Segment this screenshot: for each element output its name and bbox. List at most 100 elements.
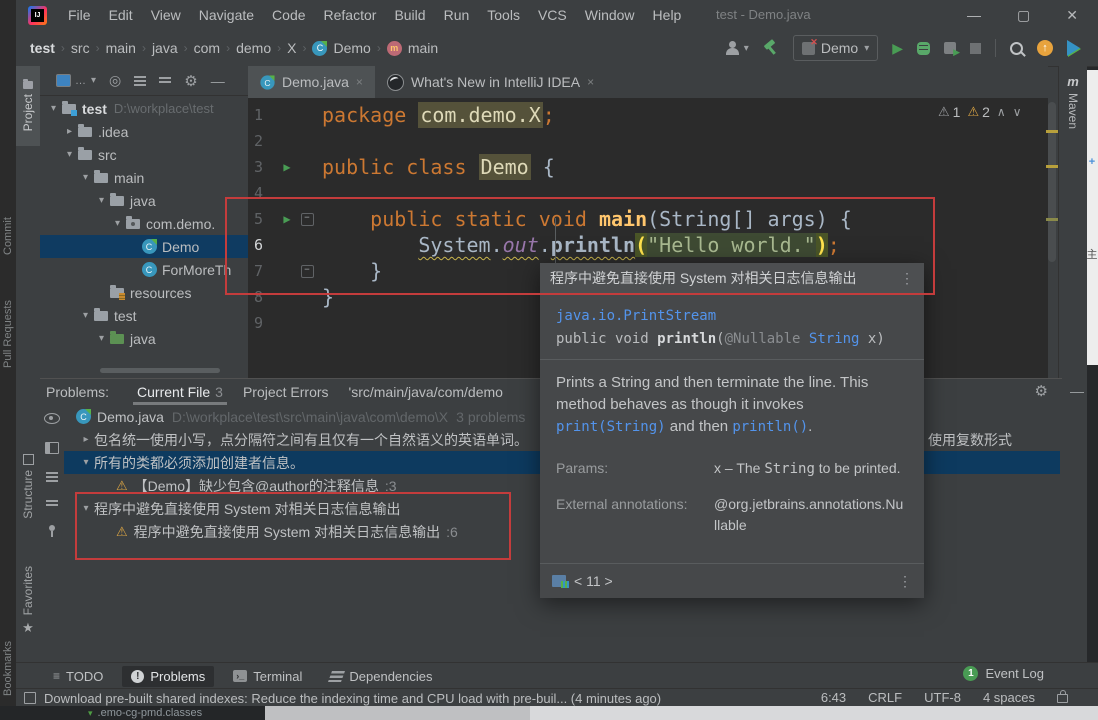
code-line[interactable]: 1package com.demo.X; (248, 102, 1048, 128)
pin-icon[interactable] (49, 525, 55, 531)
tree-row-src[interactable]: ▾src (40, 143, 248, 166)
tree-row-idea[interactable]: ▸.idea (40, 120, 248, 143)
debug-button[interactable] (917, 42, 930, 55)
update-icon[interactable]: ↑ (1037, 40, 1053, 56)
tab-demo-java[interactable]: C Demo.java × (248, 66, 375, 98)
menu-item-vcs[interactable]: VCS (529, 3, 576, 27)
tree-chevron-icon[interactable]: ▾ (78, 503, 94, 514)
tree-chevron-icon[interactable]: ▾ (78, 457, 94, 468)
warning-stripe-mark[interactable] (1046, 130, 1058, 133)
tree-row-java[interactable]: ▾java (40, 327, 248, 350)
tab-whats-new[interactable]: What's New in IntelliJ IDEA × (375, 66, 606, 98)
tree-chevron-icon[interactable]: ▾ (46, 103, 61, 114)
tree-row-main[interactable]: ▾main (40, 166, 248, 189)
maximize-button[interactable]: ▢ (1017, 7, 1030, 24)
tree-chevron-icon[interactable]: ▾ (78, 310, 93, 321)
run-gutter-icon[interactable]: ▶ (276, 212, 298, 226)
tree-chevron-icon[interactable]: ▾ (62, 149, 77, 160)
code-line[interactable]: 6 System.out.println("Hello world."); (248, 232, 1048, 258)
tree-chevron-icon[interactable]: ▾ (78, 172, 93, 183)
status-message[interactable]: Download pre-built shared indexes: Reduc… (44, 691, 661, 706)
tree-row-java[interactable]: ▾java (40, 189, 248, 212)
tree-chevron-icon[interactable]: ▾ (94, 333, 109, 344)
line-ending[interactable]: CRLF (868, 690, 902, 705)
popup-header[interactable]: 程序中避免直接使用 System 对相关日志信息输出 ⋮ (540, 263, 924, 294)
menu-item-tools[interactable]: Tools (478, 3, 529, 27)
kebab-menu-icon[interactable]: ⋮ (898, 573, 912, 590)
tree-row-Demo[interactable]: CDemo (40, 235, 248, 258)
collapse-all-icon[interactable] (46, 500, 58, 507)
fold-icon[interactable]: − (301, 265, 314, 278)
stop-button[interactable] (970, 43, 981, 54)
problems-tab-current-file[interactable]: Current File3 (127, 381, 233, 403)
caret-position[interactable]: 6:43 (821, 690, 846, 705)
kebab-menu-icon[interactable]: ⋮ (900, 270, 914, 287)
menu-item-run[interactable]: Run (435, 3, 479, 27)
code-line[interactable]: 2 (248, 128, 1048, 154)
tree-chevron-icon[interactable]: ▸ (62, 126, 77, 137)
menu-item-code[interactable]: Code (263, 3, 314, 27)
search-icon[interactable] (1010, 42, 1023, 55)
coverage-button[interactable] (944, 42, 956, 54)
warning-stripe-mark[interactable] (1046, 165, 1058, 168)
menu-item-help[interactable]: Help (644, 3, 691, 27)
locate-file-icon[interactable]: ◎ (109, 72, 121, 89)
menu-item-navigate[interactable]: Navigate (190, 3, 263, 27)
file-encoding[interactable]: UTF-8 (924, 690, 961, 705)
ide-features-icon[interactable] (1067, 40, 1080, 56)
menu-item-view[interactable]: View (142, 3, 190, 27)
tree-chevron-icon[interactable]: ▸ (78, 434, 94, 445)
event-log-button[interactable]: 1 Event Log (963, 666, 1044, 681)
menu-item-build[interactable]: Build (385, 3, 434, 27)
class-reference-link[interactable]: java.io.PrintStream (556, 308, 908, 324)
menu-item-file[interactable]: File (59, 3, 100, 27)
fold-gutter[interactable]: − (298, 265, 316, 278)
popup-pager[interactable]: < 11 > (574, 573, 613, 589)
lock-icon[interactable] (1057, 694, 1068, 703)
code-line[interactable]: 5▶− public static void main(String[] arg… (248, 206, 1048, 232)
fold-gutter[interactable]: − (298, 213, 316, 226)
breadcrumb-item-src[interactable]: src (69, 40, 92, 56)
scrollbar-thumb[interactable] (1048, 102, 1056, 262)
warning-stripe-mark[interactable] (1046, 218, 1058, 221)
toolwindow-tab-favorites[interactable]: Favorites ★ (16, 546, 40, 656)
expand-all-icon[interactable] (134, 76, 146, 86)
code-line[interactable]: 4 (248, 180, 1048, 206)
tree-row-test[interactable]: ▾testD:\workplace\test (40, 97, 248, 120)
expand-all-icon[interactable] (46, 472, 58, 482)
breadcrumb-item-x[interactable]: X (285, 40, 298, 56)
project-view-selector[interactable]: …▾ (56, 74, 96, 87)
editor-scrollbar[interactable] (1046, 98, 1058, 378)
problems-tab--src-main-java-com-demo[interactable]: 'src/main/java/com/demo (339, 381, 513, 403)
tree-chevron-icon[interactable]: ▾ (94, 195, 109, 206)
tree-row-comdemo[interactable]: ▾com.demo. (40, 212, 248, 235)
tree-row-ForMoreTh[interactable]: CForMoreTh (40, 258, 248, 281)
menu-item-window[interactable]: Window (576, 3, 644, 27)
view-options-icon[interactable] (44, 413, 60, 424)
breadcrumb-item-java[interactable]: java (150, 40, 180, 56)
prev-problem-icon[interactable]: ∧ (997, 105, 1006, 119)
close-tab-icon[interactable]: × (587, 75, 594, 89)
tree-row-resources[interactable]: resources (40, 281, 248, 304)
menu-item-refactor[interactable]: Refactor (315, 3, 386, 27)
close-tab-icon[interactable]: × (356, 75, 363, 89)
fold-icon[interactable]: − (301, 213, 314, 226)
toolwindow-button-todo[interactable]: ≡TODO (44, 666, 112, 687)
breadcrumb-item-com[interactable]: com (192, 40, 222, 56)
code-line[interactable]: 3▶public class Demo { (248, 154, 1048, 180)
gear-icon[interactable]: ⚙ (184, 72, 197, 90)
breadcrumb-item-method[interactable]: mmain (385, 40, 440, 56)
collapse-all-icon[interactable] (159, 77, 171, 85)
gear-icon[interactable]: ⚙ (1035, 382, 1048, 400)
toolwindow-button-terminal[interactable]: ›_Terminal (224, 666, 311, 687)
menu-item-edit[interactable]: Edit (100, 3, 142, 27)
indent-setting[interactable]: 4 spaces (983, 690, 1035, 705)
horizontal-scrollbar[interactable] (100, 368, 220, 373)
problems-tab-project-errors[interactable]: Project Errors (233, 381, 339, 403)
tree-row-test[interactable]: ▾test (40, 304, 248, 327)
run-gutter-icon[interactable]: ▶ (276, 160, 298, 174)
hide-panel-icon[interactable]: — (211, 73, 225, 89)
next-problem-icon[interactable]: ∨ (1013, 105, 1022, 119)
tree-chevron-icon[interactable]: ▾ (110, 218, 125, 229)
run-config-selector[interactable]: Demo ▾ (793, 35, 878, 61)
